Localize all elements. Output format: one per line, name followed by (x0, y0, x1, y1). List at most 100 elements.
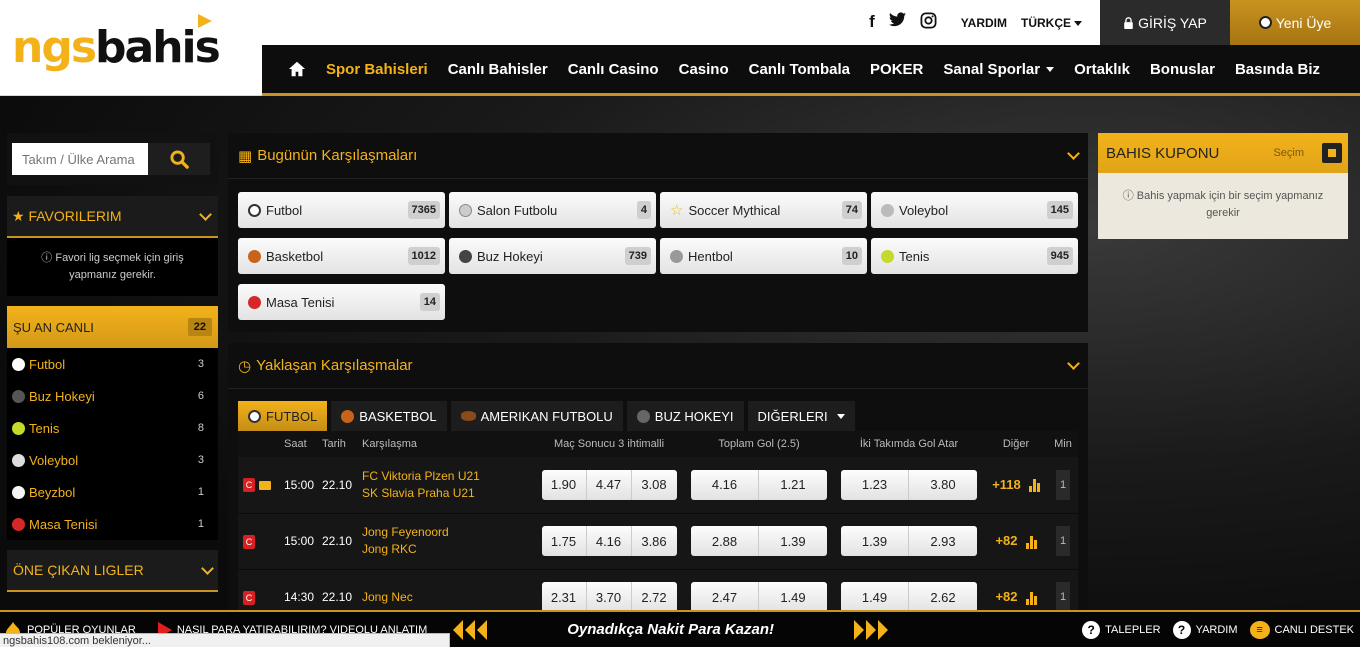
chevron-down-icon (199, 207, 212, 221)
nav-casino[interactable]: Casino (679, 61, 729, 78)
odd-button[interactable]: 1.75 (541, 526, 587, 556)
star-icon: ★ (12, 207, 25, 224)
logo[interactable]: ngsbahis (0, 0, 262, 96)
odd-button[interactable]: 2.62 (909, 582, 977, 612)
twitter-icon[interactable] (888, 12, 906, 34)
featured-leagues-title: ÖNE ÇIKAN LIGLER (13, 562, 144, 578)
odd-button[interactable]: 1.49 (759, 582, 827, 612)
logo-part-bahis: bahis (95, 22, 221, 73)
question-icon: ? (1172, 620, 1191, 639)
odd-button[interactable]: 3.80 (909, 469, 977, 500)
instagram-icon[interactable] (920, 12, 937, 34)
help-link[interactable]: YARDIM (961, 16, 1007, 30)
logo-part-ngs: ngs (12, 22, 97, 73)
tab-american-football[interactable]: AMERIKAN FUTBOLU (450, 401, 623, 431)
live-sport-item[interactable]: Masa Tenisi 1 (7, 508, 218, 540)
tab-others[interactable]: DIĞERLERI (747, 401, 855, 431)
live-sport-item[interactable]: Voleybol 3 (7, 444, 218, 476)
nav-press[interactable]: Basında Biz (1235, 61, 1320, 78)
bet-slip-toggle-button[interactable] (1322, 143, 1342, 163)
language-select[interactable]: TÜRKÇE (1021, 16, 1082, 30)
tab-ice-hockey[interactable]: BUZ HOKEYI (626, 401, 744, 431)
live-sport-item[interactable]: Futbol 3 (7, 348, 218, 380)
match-teams[interactable]: FC Viktoria Plzen U21 SK Slavia Praha U21 (362, 457, 534, 514)
nav-poker[interactable]: POKER (870, 61, 923, 78)
home-icon[interactable] (288, 60, 306, 78)
basketball-icon (341, 409, 355, 423)
register-button[interactable]: Yeni Üye (1230, 0, 1360, 45)
min-bet-value: 1 (1056, 526, 1070, 556)
tab-basketball[interactable]: BASKETBOL (331, 401, 447, 431)
featured-leagues-header[interactable]: ÖNE ÇIKAN LIGLER (7, 550, 218, 592)
sport-card[interactable]: Hentbol 10 (660, 238, 867, 274)
odd-button[interactable]: 1.90 (541, 469, 587, 500)
live-now-header[interactable]: ŞU AN CANLI 22 (7, 306, 218, 348)
browser-status-text: ngsbahis108.com bekleniyor... (0, 633, 450, 647)
nav-bonuses[interactable]: Bonuslar (1150, 61, 1215, 78)
upcoming-header[interactable]: ◷ Yaklaşan Karşılaşmalar (228, 343, 1088, 389)
volleyball-icon (881, 203, 894, 217)
sport-card[interactable]: Salon Futbolu 4 (449, 192, 656, 228)
login-button[interactable]: GİRİŞ YAP (1100, 0, 1230, 45)
camera-icon[interactable] (259, 480, 271, 490)
stats-icon[interactable] (1025, 535, 1037, 549)
more-markets-link[interactable]: +82 (995, 533, 1017, 548)
stats-icon[interactable] (1025, 591, 1037, 605)
more-markets-link[interactable]: +82 (995, 589, 1017, 604)
search-input[interactable] (12, 143, 148, 175)
odd-button[interactable]: 2.31 (541, 582, 587, 612)
live-sport-item[interactable]: Beyzbol 1 (7, 476, 218, 508)
nav-sports-betting[interactable]: Spor Bahisleri (326, 61, 428, 78)
bottom-help-link[interactable]: ? YARDIM (1172, 620, 1238, 639)
facebook-icon[interactable]: f (869, 12, 875, 34)
today-header[interactable]: ▦ Bugünün Karşılaşmaları (228, 133, 1088, 179)
odd-button[interactable]: 4.16 (691, 469, 759, 500)
odd-button[interactable]: 1.39 (841, 526, 909, 556)
live-now-title: ŞU AN CANLI (13, 319, 94, 335)
more-markets-link[interactable]: +118 (992, 477, 1021, 492)
sport-count: 739 (624, 247, 651, 265)
promo-text[interactable]: Oynadıkça Nakit Para Kazan! (567, 621, 774, 638)
nav-live-betting[interactable]: Canlı Bahisler (448, 61, 548, 78)
requests-label: TALEPLER (1105, 623, 1161, 636)
tab-football[interactable]: FUTBOL (238, 401, 328, 431)
odd-button[interactable]: 2.93 (909, 526, 977, 556)
nav-live-casino[interactable]: Canlı Casino (568, 61, 659, 78)
sport-card[interactable]: Tenis 945 (871, 238, 1078, 274)
odd-button[interactable]: 3.08 (631, 469, 677, 500)
live-sport-item[interactable]: Buz Hokeyi 6 (7, 380, 218, 412)
live-sport-item[interactable]: Tenis 8 (7, 412, 218, 444)
odd-button[interactable]: 1.49 (841, 582, 909, 612)
stats-icon[interactable] (1028, 479, 1040, 493)
odd-button[interactable]: 2.88 (691, 526, 759, 556)
live-sport-label: Voleybol (29, 452, 79, 468)
odd-button[interactable]: 4.47 (586, 469, 632, 500)
nav-virtual-sports[interactable]: Sanal Sporlar (943, 61, 1055, 78)
live-support-link[interactable]: ≡ CANLI DESTEK (1249, 620, 1354, 639)
search-button[interactable] (148, 143, 210, 175)
col-btts: İki Takımda Gol Atar (834, 431, 984, 457)
live-sport-count: 1 (197, 486, 204, 498)
odd-button[interactable]: 3.70 (586, 582, 632, 612)
favorites-header[interactable]: ★ FAVORILERIM (7, 196, 218, 238)
nav-live-bingo[interactable]: Canlı Tombala (749, 61, 850, 78)
nav-affiliate[interactable]: Ortaklık (1074, 61, 1130, 78)
odd-button[interactable]: 2.47 (691, 582, 759, 612)
sport-card[interactable]: Futbol 7365 (238, 192, 445, 228)
sport-card[interactable]: ☆ Soccer Mythical 74 (660, 192, 867, 228)
odd-button[interactable]: 1.23 (841, 469, 909, 500)
odd-button[interactable]: 4.16 (586, 526, 632, 556)
sport-card[interactable]: Voleybol 145 (871, 192, 1078, 228)
odd-button[interactable]: 1.21 (759, 469, 827, 500)
requests-link[interactable]: ? TALEPLER (1082, 620, 1161, 639)
bet-slip-body: ⓘ Bahis yapmak için bir seçim yapmanız g… (1098, 173, 1348, 239)
match-teams[interactable]: Jong Feyenoord Jong RKC (362, 513, 534, 570)
sport-card[interactable]: Masa Tenisi 14 (238, 284, 445, 320)
odd-button[interactable]: 2.72 (631, 582, 677, 612)
sport-label: Buz Hokeyi (477, 248, 543, 264)
odd-button[interactable]: 1.39 (759, 526, 827, 556)
sport-card[interactable]: Basketbol 1012 (238, 238, 445, 274)
sport-count: 1012 (407, 247, 440, 265)
odd-button[interactable]: 3.86 (631, 526, 677, 556)
sport-card[interactable]: Buz Hokeyi 739 (449, 238, 656, 274)
